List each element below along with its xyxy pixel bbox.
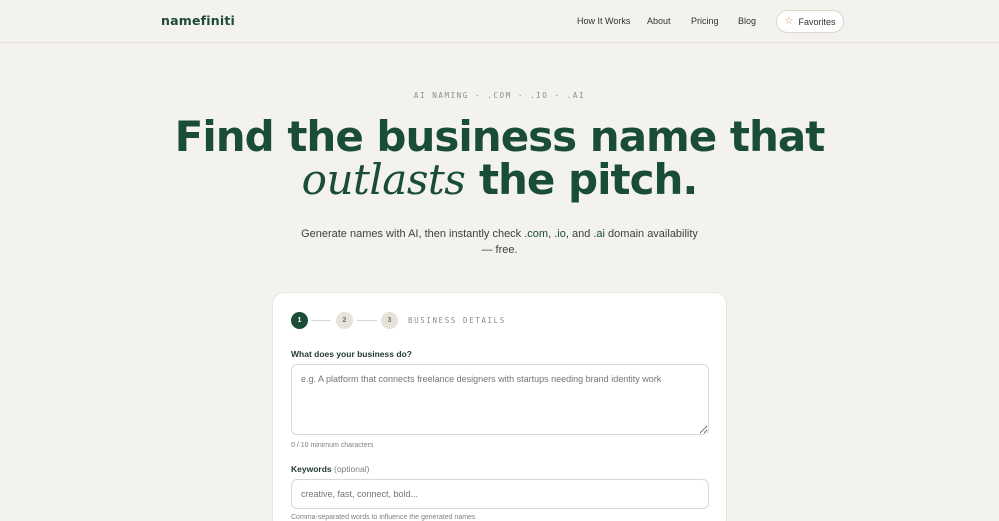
hero-title-line1: Find the business name that — [174, 112, 826, 161]
character-counter: 0 / 10 minimum characters — [291, 442, 374, 449]
keywords-hint: Comma-separated words to influence the g… — [291, 514, 476, 521]
step-connector — [357, 320, 377, 321]
step-title: BUSINESS DETAILS — [408, 316, 506, 325]
hero-title-rest: the pitch. — [465, 155, 698, 204]
keywords-label-text: Keywords — [291, 464, 332, 474]
hero-subtitle: Generate names with AI, then instantly c… — [300, 226, 699, 258]
nav-how-it-works[interactable]: How It Works — [577, 16, 630, 26]
nav-pricing[interactable]: Pricing — [691, 16, 719, 26]
favorites-label: Favorites — [798, 16, 836, 27]
step-connector — [311, 320, 331, 321]
keywords-label: Keywords (optional) — [291, 464, 369, 474]
tld-io: .io — [554, 228, 566, 240]
business-description-input[interactable] — [291, 364, 709, 435]
keywords-input[interactable] — [291, 479, 709, 509]
nav-blog[interactable]: Blog — [738, 16, 756, 26]
step-2-indicator[interactable]: 2 — [336, 312, 353, 329]
hero-eyebrow: AI NAMING · .COM · .IO · .AI — [413, 91, 586, 100]
optional-tag: (optional) — [334, 464, 370, 474]
hero-title-italic: outlasts — [301, 155, 466, 204]
subtitle-sep: , and — [565, 228, 594, 240]
main-nav: How It Works About Pricing Blog — [0, 16, 999, 30]
tld-com: .com — [524, 228, 549, 240]
step-1-indicator[interactable]: 1 — [291, 312, 308, 329]
favorites-button[interactable]: ☆ Favorites — [776, 10, 844, 33]
step-3-indicator[interactable]: 3 — [381, 312, 398, 329]
tld-ai: .ai — [593, 228, 605, 240]
subtitle-text: Generate names with AI, then instantly c… — [301, 228, 525, 240]
site-header: namefiniti How It Works About Pricing Bl… — [0, 0, 999, 43]
star-icon: ☆ — [784, 15, 794, 27]
naming-wizard-card: 1 2 3 BUSINESS DETAILS What does your bu… — [272, 292, 727, 521]
business-description-label: What does your business do? — [291, 349, 412, 359]
hero-title-line2: outlasts the pitch. — [0, 159, 999, 201]
nav-about[interactable]: About — [647, 16, 671, 26]
